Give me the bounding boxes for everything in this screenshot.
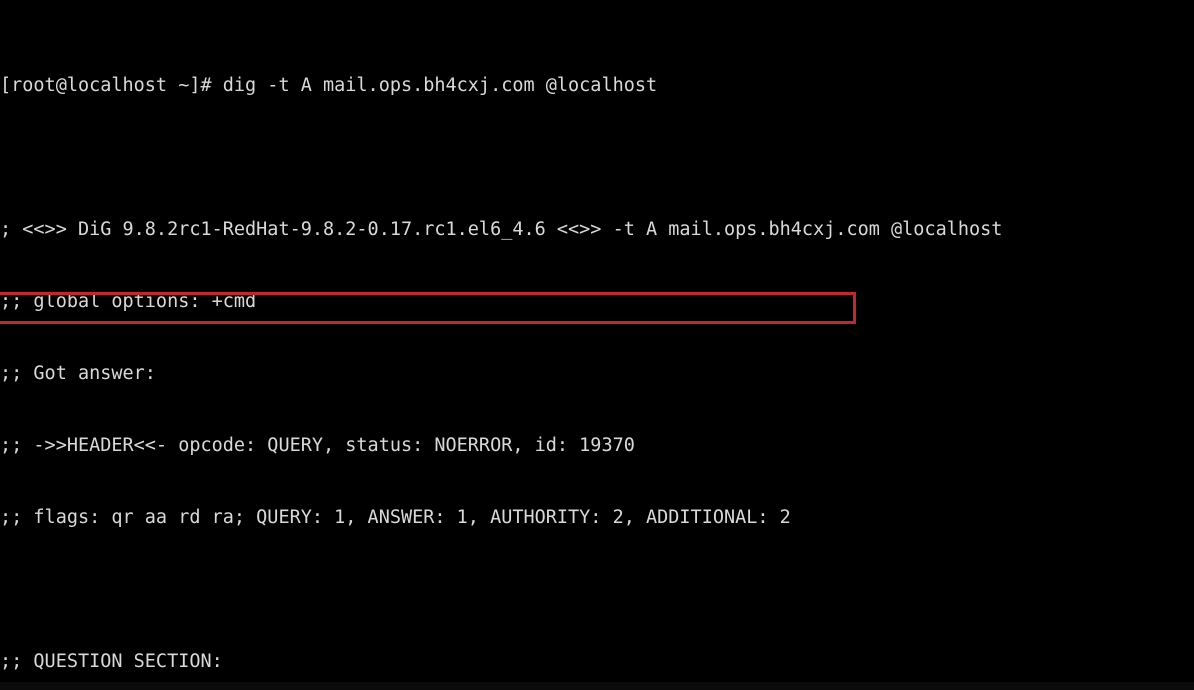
terminal-bottom-edge <box>0 682 1194 690</box>
terminal-line-dns-header: ;; ->>HEADER<<- opcode: QUERY, status: N… <box>0 435 635 456</box>
terminal-screen-buffer[interactable]: [root@localhost ~]# dig -t A mail.ops.bh… <box>0 2 1194 690</box>
terminal-line-question-section-header: ;; QUESTION SECTION: <box>0 651 223 672</box>
terminal-line-dns-flags: ;; flags: qr aa rd ra; QUERY: 1, ANSWER:… <box>0 507 791 528</box>
terminal-line-dig-version: ; <<>> DiG 9.8.2rc1-RedHat-9.8.2-0.17.rc… <box>0 219 1003 240</box>
terminal-line-global-options: ;; global options: +cmd <box>0 291 257 312</box>
terminal-line-command-prompt: [root@localhost ~]# dig -t A mail.ops.bh… <box>0 75 658 96</box>
terminal-line-got-answer: ;; Got answer: <box>0 363 156 384</box>
terminal-window[interactable]: [root@localhost ~]# dig -t A mail.ops.bh… <box>0 0 1194 690</box>
